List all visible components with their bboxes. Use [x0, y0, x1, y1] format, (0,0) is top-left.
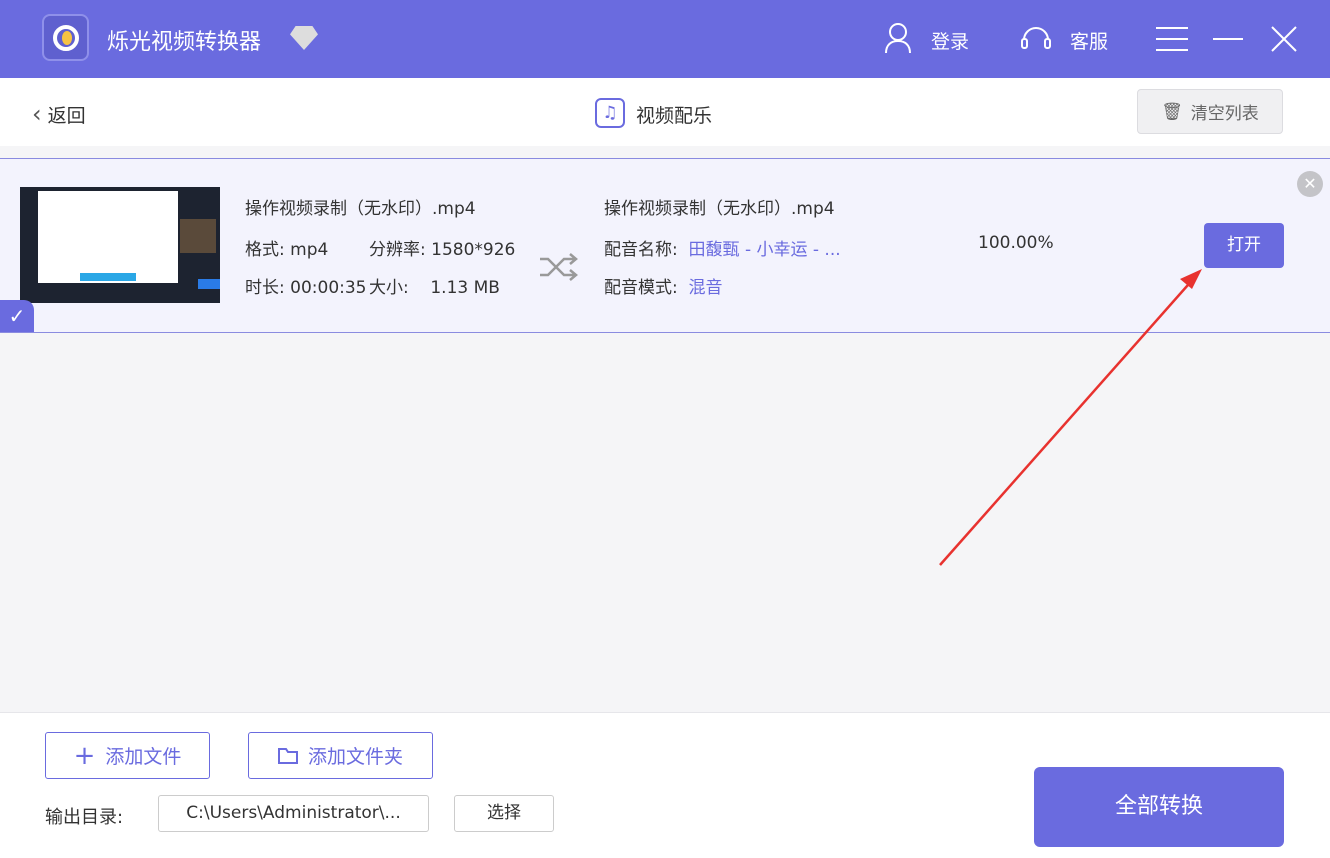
add-folder-label: 添加文件夹	[307, 746, 403, 768]
convert-all-button[interactable]: 全部转换	[1034, 767, 1284, 847]
size-value: 1.13 MB	[430, 278, 500, 298]
output-dir-field[interactable]: C:\Users\Administrator\...	[158, 795, 429, 832]
minimize-icon[interactable]	[1213, 26, 1243, 52]
back-label: 返回	[47, 105, 86, 127]
selected-checkbox[interactable]: ✓	[0, 300, 34, 332]
source-filename: 操作视频录制（无水印）.mp4	[245, 199, 476, 219]
output-dir-label: 输出目录:	[45, 807, 124, 828]
plus-icon: +	[73, 740, 96, 771]
chevron-left-icon: ‹	[32, 100, 42, 128]
mode-value[interactable]: 混音	[689, 278, 723, 298]
choose-dir-button[interactable]: 选择	[454, 795, 554, 832]
close-icon[interactable]	[1271, 26, 1297, 52]
open-button[interactable]: 打开	[1204, 223, 1284, 268]
red-arrow-annotation	[939, 269, 1202, 566]
output-filename: 操作视频录制（无水印）.mp4	[604, 199, 835, 219]
service-link[interactable]: 客服	[1070, 27, 1108, 54]
duration-label: 时长:	[245, 278, 285, 298]
resolution-value: 1580*926	[431, 240, 516, 260]
folder-icon	[277, 748, 298, 764]
add-folder-button[interactable]: 添加文件夹	[248, 732, 433, 779]
remove-item-icon[interactable]: ✕	[1297, 171, 1323, 197]
progress-text: 100.00%	[978, 233, 1054, 253]
mode-label: 配音模式:	[604, 278, 678, 298]
trash-icon: 🗑	[1161, 101, 1183, 122]
music-video-icon: ♫	[595, 98, 625, 128]
user-icon[interactable]	[884, 22, 912, 54]
music-name[interactable]: 田馥甄 - 小幸运 - ...	[689, 240, 841, 260]
music-label: 配音名称:	[604, 240, 678, 260]
format-value: mp4	[290, 240, 329, 260]
app-logo-icon	[42, 14, 89, 61]
add-file-label: 添加文件	[105, 746, 182, 768]
add-file-button[interactable]: + 添加文件	[45, 732, 210, 779]
back-button[interactable]: ‹ 返回	[32, 100, 86, 128]
login-link[interactable]: 登录	[931, 27, 969, 54]
headset-icon[interactable]	[1020, 24, 1052, 54]
shuffle-icon	[540, 253, 578, 281]
video-thumbnail	[20, 187, 220, 303]
clear-list-label: 清空列表	[1190, 104, 1259, 124]
format-label: 格式:	[245, 240, 285, 260]
size-label: 大小:	[369, 278, 409, 298]
clear-list-button[interactable]: 🗑 清空列表	[1137, 89, 1283, 134]
page-title: 视频配乐	[636, 105, 713, 127]
menu-icon[interactable]	[1156, 26, 1188, 52]
resolution-label: 分辨率:	[369, 240, 426, 260]
duration-value: 00:00:35	[290, 278, 367, 298]
app-title: 烁光视频转换器	[107, 30, 262, 55]
